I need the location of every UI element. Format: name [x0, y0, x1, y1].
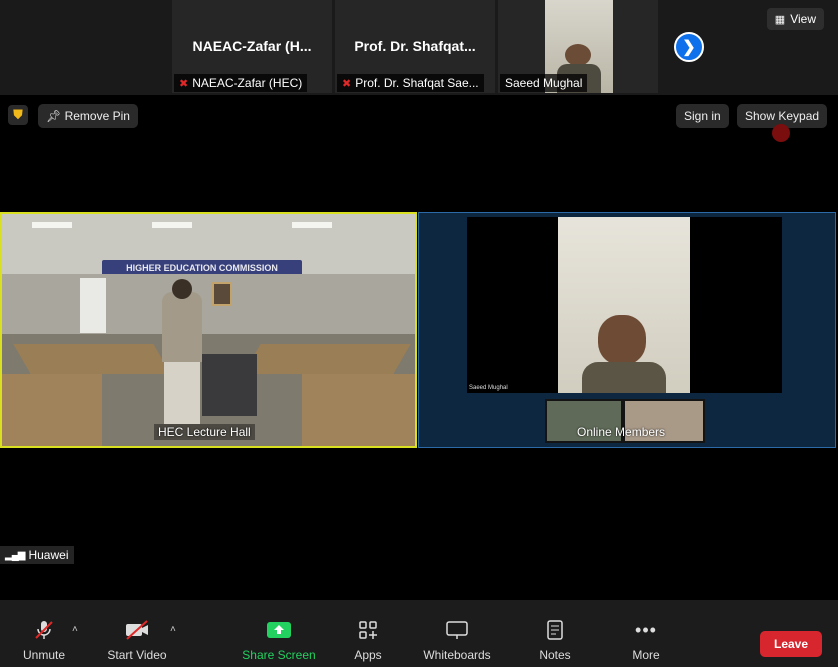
table-front-left: [2, 374, 102, 446]
video-label-lecture-hall: HEC Lecture Hall: [154, 424, 255, 440]
table-front-right: [302, 374, 415, 446]
inner-video-frame: Saeed Mughal: [467, 217, 782, 393]
security-shield-button[interactable]: ⛊: [8, 105, 28, 125]
share-screen-icon: [242, 618, 316, 642]
unmute-button[interactable]: Unmute: [18, 618, 70, 662]
whiteboard-icon: [420, 618, 494, 642]
ceiling-light: [32, 222, 72, 228]
video-tile-lecture-hall[interactable]: HIGHER EDUCATION COMMISSION HEC Lecture …: [0, 212, 417, 448]
participant-big-name: NAEAC-Zafar (H...: [192, 38, 312, 54]
shield-icon: ⛊: [13, 107, 23, 122]
leave-button[interactable]: Leave: [760, 631, 822, 657]
remove-pin-label: Remove Pin: [64, 109, 130, 123]
participant-name-tag: ✖ Prof. Dr. Shafqat Sae...: [337, 74, 484, 92]
show-keypad-label: Show Keypad: [745, 109, 820, 123]
participant-name: Prof. Dr. Shafqat Sae...: [355, 76, 479, 90]
podium: [202, 354, 257, 416]
chevron-right-icon: ❯: [682, 39, 696, 56]
participant-thumb-shafqat[interactable]: Prof. Dr. Shafqat... ✖ Prof. Dr. Shafqat…: [335, 0, 495, 93]
participant-face: [565, 44, 591, 66]
participant-thumb-naeac[interactable]: NAEAC-Zafar (H... ✖ NAEAC-Zafar (HEC): [172, 0, 332, 93]
notes-icon: [536, 618, 574, 642]
share-screen-button[interactable]: Share Screen: [242, 618, 316, 662]
ceiling-light: [152, 222, 192, 228]
participant-name: NAEAC-Zafar (HEC): [192, 76, 303, 90]
next-page-button[interactable]: ❯: [674, 32, 704, 62]
video-tile-online-members[interactable]: Saeed Mughal Online Members: [418, 212, 836, 448]
remove-pin-button[interactable]: 📌︎ Remove Pin: [38, 104, 138, 128]
sign-in-button[interactable]: Sign in: [676, 104, 729, 128]
apps-label: Apps: [354, 648, 382, 662]
microphone-muted-icon: [18, 618, 70, 642]
video-muted-icon: [104, 618, 170, 642]
start-video-label: Start Video: [107, 648, 167, 662]
view-label: View: [790, 12, 816, 26]
participant-big-name: Prof. Dr. Shafqat...: [354, 38, 476, 54]
whiteboards-label: Whiteboards: [423, 648, 491, 662]
whiteboards-button[interactable]: Whiteboards: [420, 618, 494, 662]
air-conditioner: [80, 278, 106, 333]
apps-icon: [350, 618, 386, 642]
share-screen-label: Share Screen: [242, 648, 316, 662]
participant-name: Saeed Mughal: [505, 76, 583, 90]
leave-label: Leave: [773, 637, 809, 651]
grid-icon: ▦: [774, 13, 786, 26]
notes-button[interactable]: Notes: [536, 618, 574, 662]
portrait-frame: [212, 282, 232, 306]
more-label: More: [632, 648, 660, 662]
meeting-control-bar: Unmute ˄ Start Video ˄ Share Screen Apps…: [0, 600, 838, 667]
network-name: Huawei: [28, 548, 69, 562]
notes-label: Notes: [539, 648, 571, 662]
participant-face: [598, 315, 646, 365]
conference-table-right: [243, 344, 411, 374]
network-name-tag: ▂▄▆ Huawei: [0, 546, 74, 564]
conference-table-left: [13, 344, 171, 374]
unmute-label: Unmute: [22, 648, 66, 662]
participant-name-tag: Saeed Mughal: [500, 74, 588, 92]
signal-bars-icon: ▂▄▆: [5, 549, 25, 561]
standing-person-legs: [164, 362, 200, 424]
sign-in-label: Sign in: [684, 109, 721, 123]
mic-muted-icon: ✖: [342, 77, 352, 90]
inner-participant-video: [558, 217, 690, 393]
pin-icon: 📌︎: [46, 109, 62, 123]
video-options-caret[interactable]: ˄: [170, 624, 176, 635]
audio-options-caret[interactable]: ˄: [72, 624, 78, 635]
start-video-button[interactable]: Start Video: [104, 618, 170, 662]
participant-strip: NAEAC-Zafar (H... ✖ NAEAC-Zafar (HEC) Pr…: [0, 0, 838, 95]
video-label-online-members: Online Members: [577, 425, 666, 439]
participant-thumb-saeed[interactable]: Saeed Mughal: [498, 0, 658, 93]
mic-muted-icon: ✖: [179, 77, 189, 90]
recording-indicator: [772, 124, 790, 142]
standing-person: [162, 292, 202, 362]
standing-person-head: [172, 279, 192, 299]
participant-name-tag: ✖ NAEAC-Zafar (HEC): [174, 74, 308, 92]
apps-button[interactable]: Apps: [350, 618, 386, 662]
more-dots-icon: •••: [635, 619, 657, 640]
view-button[interactable]: ▦ View: [766, 8, 824, 30]
participant-body: [582, 362, 666, 393]
ceiling-light: [292, 222, 332, 228]
inner-name-tag: Saeed Mughal: [469, 385, 508, 391]
more-button[interactable]: ••• More: [628, 618, 664, 663]
